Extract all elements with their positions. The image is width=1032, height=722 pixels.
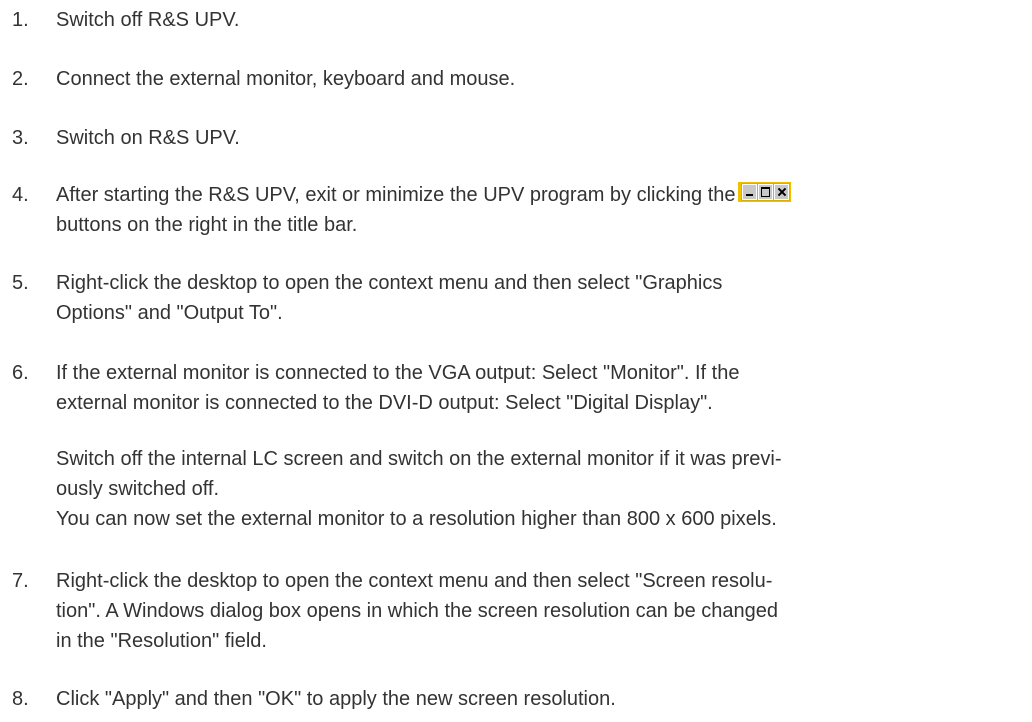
step-line: buttons on the right in the title bar. bbox=[56, 214, 358, 236]
step-text: Right-click the desktop to open the cont… bbox=[56, 566, 1032, 656]
step-number: 3. bbox=[12, 127, 29, 149]
step-text: Right-click the desktop to open the cont… bbox=[56, 268, 1032, 328]
step-number: 4. bbox=[12, 184, 29, 206]
step-number: 2. bbox=[12, 68, 29, 90]
step-number: 6. bbox=[12, 362, 29, 384]
step-result-text: Switch off the internal LC screen and sw… bbox=[56, 444, 1032, 534]
step-text: After starting the R&S UPV, exit or mini… bbox=[56, 180, 1032, 240]
step-line: Switch on R&S UPV. bbox=[56, 127, 240, 149]
close-icon bbox=[773, 184, 789, 200]
step-text: Switch on R&S UPV. bbox=[56, 123, 1032, 153]
step-text: Click "Apply" and then "OK" to apply the… bbox=[56, 684, 1032, 714]
step-line: Switch off the internal LC screen and sw… bbox=[56, 448, 782, 470]
step-line: If the external monitor is connected to … bbox=[56, 362, 740, 384]
step-text: If the external monitor is connected to … bbox=[56, 358, 1032, 418]
step-line: Switch off R&S UPV. bbox=[56, 9, 240, 31]
step-line: ously switched off. bbox=[56, 478, 220, 500]
step-line: tion". A Windows dialog box opens in whi… bbox=[56, 600, 779, 622]
step-line: Click "Apply" and then "OK" to apply the… bbox=[56, 688, 616, 710]
step-number: 5. bbox=[12, 272, 29, 294]
step-number: 7. bbox=[12, 570, 29, 592]
step-number: 8. bbox=[12, 688, 29, 710]
step-line: Right-click the desktop to open the cont… bbox=[56, 272, 723, 294]
step-line: in the "Resolution" field. bbox=[56, 630, 267, 652]
step-line: Right-click the desktop to open the cont… bbox=[56, 570, 773, 592]
step-number: 1. bbox=[12, 9, 29, 31]
maximize-icon bbox=[757, 184, 773, 200]
step-line: external monitor is connected to the DVI… bbox=[56, 392, 713, 414]
minimize-icon bbox=[741, 184, 757, 200]
step-line: Options" and "Output To". bbox=[56, 302, 283, 324]
step-line: After starting the R&S UPV, exit or mini… bbox=[56, 180, 1032, 210]
step-line: Connect the external monitor, keyboard a… bbox=[56, 68, 516, 90]
step-line: You can now set the external monitor to … bbox=[56, 508, 777, 530]
step-text: Connect the external monitor, keyboard a… bbox=[56, 64, 1032, 94]
step-text: Switch off R&S UPV. bbox=[56, 5, 1032, 35]
step-line-text: After starting the R&S UPV, exit or mini… bbox=[56, 184, 736, 206]
minimize-maximize-close-icon bbox=[737, 182, 791, 202]
